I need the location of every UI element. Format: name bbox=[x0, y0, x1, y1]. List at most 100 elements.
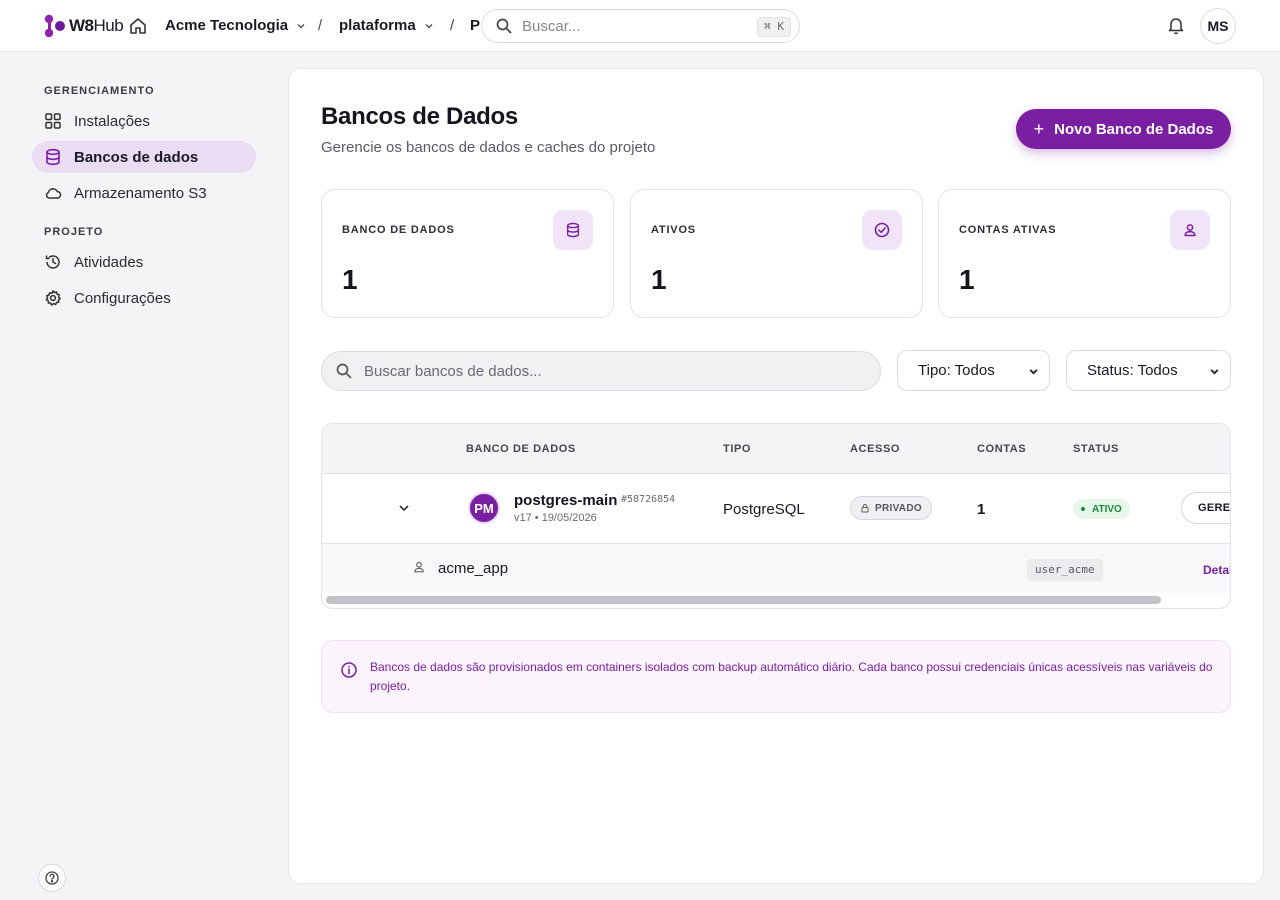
info-text: Bancos de dados são provisionados em con… bbox=[370, 660, 1213, 693]
stat-label: CONTAS ATIVAS bbox=[959, 224, 1057, 236]
table-header: BANCO DE DADOS TIPO ACESSO CONTAS STATUS bbox=[322, 424, 1230, 474]
stat-label: BANCO DE DADOS bbox=[342, 224, 455, 236]
breadcrumb-page[interactable]: P bbox=[470, 17, 480, 34]
stat-value: 1 bbox=[342, 264, 358, 295]
plus-icon: + bbox=[1033, 118, 1045, 139]
page-subtitle: Gerencie os bancos de dados e caches do … bbox=[321, 139, 656, 156]
column-header: ACESSO bbox=[850, 443, 901, 455]
user-avatar[interactable]: MS bbox=[1200, 8, 1236, 44]
account-username: user_acme bbox=[1027, 559, 1103, 581]
stat-card-active: ATIVOS 1 bbox=[630, 189, 923, 318]
cloud-icon bbox=[45, 188, 62, 199]
sidebar-item-settings[interactable]: Configurações bbox=[32, 282, 256, 314]
account-row: acme_app user_acme Detalhes bbox=[322, 544, 1230, 593]
global-search[interactable]: ⌘ K bbox=[481, 9, 800, 43]
breadcrumb-org-label: Acme Tecnologia bbox=[165, 17, 289, 34]
account-details-link[interactable]: Detalhes bbox=[1203, 563, 1230, 577]
type-filter-select[interactable]: Tipo: Todos bbox=[897, 350, 1050, 391]
grid-icon bbox=[45, 113, 61, 129]
search-icon bbox=[496, 18, 512, 34]
horizontal-scrollbar[interactable] bbox=[326, 596, 1161, 604]
column-header: STATUS bbox=[1073, 443, 1119, 455]
sidebar-item-label: Atividades bbox=[74, 253, 144, 271]
status-dot bbox=[1081, 507, 1085, 511]
help-icon bbox=[45, 871, 59, 885]
home-icon[interactable] bbox=[128, 16, 148, 36]
new-database-button[interactable]: + Novo Banco de Dados bbox=[1016, 109, 1231, 149]
chevron-down-icon bbox=[425, 23, 433, 29]
search-shortcut-hint: ⌘ K bbox=[757, 17, 791, 37]
database-meta: v17 • 19/05/2026 bbox=[514, 512, 597, 524]
databases-table: BANCO DE DADOS TIPO ACESSO CONTAS STATUS… bbox=[321, 423, 1231, 609]
stat-value: 1 bbox=[959, 264, 975, 295]
stat-icon-wrap bbox=[553, 210, 593, 250]
database-icon bbox=[566, 222, 580, 238]
database-type: PostgreSQL bbox=[723, 501, 805, 518]
status-badge: ATIVO bbox=[1073, 499, 1130, 519]
stat-card-active-accounts: CONTAS ATIVAS 1 bbox=[938, 189, 1231, 318]
status-filter-value: Status: Todos bbox=[1087, 362, 1178, 379]
stat-icon-wrap bbox=[1170, 210, 1210, 250]
sidebar-item-s3-storage[interactable]: Armazenamento S3 bbox=[32, 177, 256, 209]
stat-card-databases: BANCO DE DADOS 1 bbox=[321, 189, 614, 318]
stat-value: 1 bbox=[651, 264, 667, 295]
breadcrumb-project[interactable]: plataforma bbox=[339, 17, 434, 34]
status-badge-label: ATIVO bbox=[1092, 503, 1122, 515]
database-search-input[interactable] bbox=[364, 362, 844, 380]
manage-button[interactable]: GERENCIAR bbox=[1181, 492, 1230, 524]
help-button[interactable] bbox=[38, 864, 66, 892]
access-badge-label: PRIVADO bbox=[875, 502, 922, 514]
database-id: #58726854 bbox=[621, 494, 676, 505]
breadcrumb-org[interactable]: Acme Tecnologia bbox=[165, 17, 306, 34]
main-content: Bancos de Dados Gerencie os bancos de da… bbox=[288, 68, 1264, 884]
access-badge: PRIVADO bbox=[850, 496, 932, 520]
info-callout: Bancos de dados são provisionados em con… bbox=[321, 640, 1231, 713]
logo-text: W8Hub bbox=[69, 16, 124, 35]
sidebar-item-label: Configurações bbox=[74, 289, 171, 307]
account-name: acme_app bbox=[438, 560, 509, 577]
lock-icon bbox=[861, 504, 869, 513]
column-header: TIPO bbox=[723, 443, 752, 455]
sidebar-item-installations[interactable]: Instalações bbox=[32, 105, 256, 137]
database-avatar: PM bbox=[468, 492, 500, 524]
logo-mark-icon bbox=[44, 14, 65, 38]
breadcrumb-project-label: plataforma bbox=[339, 17, 416, 34]
stat-icon-wrap bbox=[862, 210, 902, 250]
breadcrumb-separator: / bbox=[318, 17, 323, 34]
bell-icon[interactable] bbox=[1166, 15, 1186, 35]
chevron-down-icon bbox=[1210, 369, 1219, 375]
sidebar-item-activities[interactable]: Atividades bbox=[32, 246, 256, 278]
accounts-count: 1 bbox=[977, 501, 986, 518]
sidebar-section-title: PROJETO bbox=[44, 226, 104, 238]
top-bar: W8Hub Acme Tecnologia / plataforma / P ⌘… bbox=[0, 0, 1280, 52]
column-header: CONTAS bbox=[977, 443, 1027, 455]
database-icon bbox=[46, 148, 60, 166]
sidebar-item-label: Instalações bbox=[74, 112, 150, 130]
search-icon bbox=[336, 363, 352, 379]
history-icon bbox=[45, 255, 60, 269]
type-filter-value: Tipo: Todos bbox=[918, 362, 995, 379]
chevron-down-icon bbox=[297, 23, 305, 29]
database-search[interactable] bbox=[321, 351, 881, 391]
database-name[interactable]: postgres-main bbox=[514, 492, 617, 509]
sidebar-item-databases[interactable]: Bancos de dados bbox=[32, 141, 256, 173]
stat-label: ATIVOS bbox=[651, 224, 696, 236]
sidebar-item-label: Bancos de dados bbox=[74, 148, 199, 166]
user-icon bbox=[1184, 224, 1196, 237]
info-icon bbox=[341, 662, 357, 678]
app-logo[interactable]: W8Hub bbox=[44, 13, 124, 39]
user-icon bbox=[414, 561, 424, 573]
chevron-down-icon bbox=[1029, 369, 1038, 375]
status-filter-select[interactable]: Status: Todos bbox=[1066, 350, 1231, 391]
gear-icon bbox=[45, 290, 61, 306]
column-header: BANCO DE DADOS bbox=[466, 443, 576, 455]
table-row[interactable]: PM postgres-main #58726854 v17 • 19/05/2… bbox=[322, 474, 1230, 544]
chevron-down-icon[interactable] bbox=[396, 500, 412, 516]
sidebar-item-label: Armazenamento S3 bbox=[74, 184, 207, 202]
sidebar: GERENCIAMENTO Instalações Bancos de dado… bbox=[0, 52, 288, 900]
page-title: Bancos de Dados bbox=[321, 103, 518, 130]
sidebar-section-title: GERENCIAMENTO bbox=[44, 85, 155, 97]
global-search-input[interactable] bbox=[522, 17, 732, 35]
check-circle-icon bbox=[874, 222, 890, 238]
new-database-button-label: Novo Banco de Dados bbox=[1054, 120, 1214, 138]
